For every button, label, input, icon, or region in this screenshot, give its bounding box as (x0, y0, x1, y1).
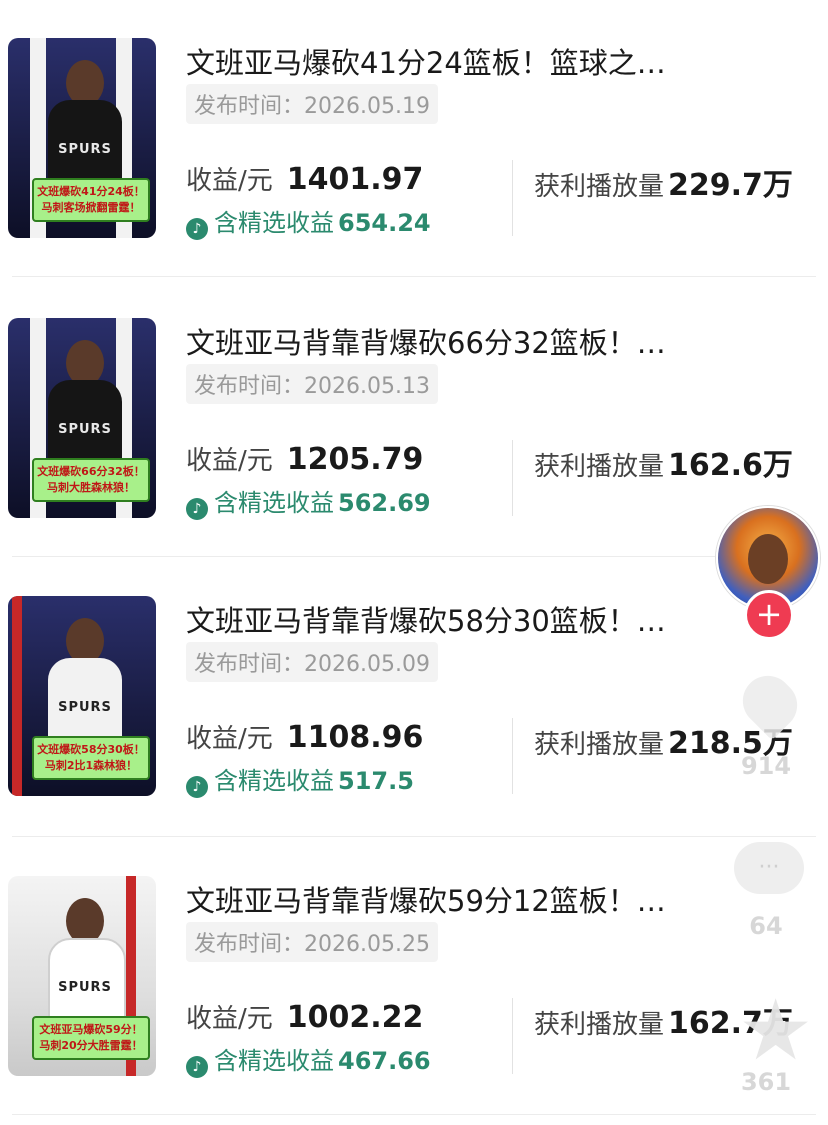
douyin-icon: ♪ (186, 218, 208, 240)
thumbnail-jersey-text: SPURS (58, 700, 112, 715)
video-card[interactable]: SPURS 文班爆砍41分24板！马刺客场掀翻雷霆！ 文班亚马爆砍41分24篮板… (0, 0, 828, 270)
selected-revenue-label: 含精选收益 (214, 209, 334, 237)
card-divider (12, 556, 816, 557)
douyin-icon: ♪ (186, 1056, 208, 1078)
douyin-icon: ♪ (186, 776, 208, 798)
plays-value: 229.7万 (668, 168, 793, 203)
card-divider (12, 276, 816, 277)
revenue: 收益/元 1401.97 (186, 160, 423, 197)
publish-date: 发布时间：2026.05.25 (186, 922, 438, 962)
douyin-icon: ♪ (186, 498, 208, 520)
card-divider (12, 836, 816, 837)
selected-revenue: ♪ 含精选收益 562.69 (186, 483, 431, 520)
favorite-count: 361 (740, 1068, 792, 1096)
selected-revenue-label: 含精选收益 (214, 767, 334, 795)
publish-date: 发布时间：2026.05.13 (186, 364, 438, 404)
revenue-value: 1002.22 (286, 1000, 424, 1035)
revenue: 收益/元 1108.96 (186, 718, 423, 755)
revenue-label: 收益/元 (186, 724, 273, 754)
thumbnail-caption: 文班爆砍58分30板！马刺2比1森林狼！ (32, 736, 150, 780)
thumbnail-jersey-text: SPURS (58, 142, 112, 157)
monetized-plays: 获利播放量 229.7万 (534, 160, 793, 204)
video-thumbnail[interactable]: SPURS 文班爆砍66分32板！马刺大胜森林狼！ (8, 318, 156, 518)
plays-value: 162.6万 (668, 448, 793, 483)
plays-label: 获利播放量 (534, 730, 665, 760)
comment-icon[interactable]: ··· (734, 842, 804, 894)
revenue-value: 1108.96 (286, 720, 424, 755)
video-card[interactable]: SPURS 文班爆砍58分30板！马刺2比1森林狼！ 文班亚马背靠背爆砍58分3… (0, 558, 828, 828)
selected-revenue-value: 517.5 (338, 767, 414, 795)
video-card[interactable]: SPURS 文班爆砍66分32板！马刺大胜森林狼！ 文班亚马背靠背爆砍66分32… (0, 280, 828, 550)
selected-revenue: ♪ 含精选收益 517.5 (186, 761, 414, 798)
video-thumbnail[interactable]: SPURS 文班爆砍58分30板！马刺2比1森林狼！ (8, 596, 156, 796)
video-title[interactable]: 文班亚马背靠背爆砍59分12篮板！… (186, 878, 746, 920)
video-title[interactable]: 文班亚马背靠背爆砍66分32篮板！… (186, 320, 746, 362)
thumbnail-caption: 文班爆砍41分24板！马刺客场掀翻雷霆！ (32, 178, 150, 222)
star-icon[interactable]: ★ (738, 988, 813, 1072)
divider (512, 718, 513, 794)
revenue-label: 收益/元 (186, 166, 273, 196)
card-divider (12, 1114, 816, 1115)
selected-revenue-value: 467.66 (338, 1047, 431, 1075)
divider (512, 998, 513, 1074)
revenue-value: 1205.79 (286, 442, 424, 477)
selected-revenue-value: 562.69 (338, 489, 431, 517)
selected-revenue: ♪ 含精选收益 467.66 (186, 1041, 431, 1078)
thumbnail-jersey-text: SPURS (58, 980, 112, 995)
divider (512, 440, 513, 516)
revenue: 收益/元 1002.22 (186, 998, 423, 1035)
plays-label: 获利播放量 (534, 172, 665, 202)
selected-revenue: ♪ 含精选收益 654.24 (186, 203, 431, 240)
plays-label: 获利播放量 (534, 452, 665, 482)
video-thumbnail[interactable]: SPURS 文班爆砍41分24板！马刺客场掀翻雷霆！ (8, 38, 156, 238)
revenue: 收益/元 1205.79 (186, 440, 423, 477)
comment-count: 64 (749, 912, 783, 940)
publish-date: 发布时间：2026.05.19 (186, 84, 438, 124)
video-thumbnail[interactable]: SPURS 文班亚马爆砍59分！马刺20分大胜雷霆！ (8, 876, 156, 1076)
publish-date: 发布时间：2026.05.09 (186, 642, 438, 682)
thumbnail-caption: 文班爆砍66分32板！马刺大胜森林狼！ (32, 458, 150, 502)
revenue-label: 收益/元 (186, 1004, 273, 1034)
plays-label: 获利播放量 (534, 1010, 665, 1040)
selected-revenue-label: 含精选收益 (214, 489, 334, 517)
plus-icon[interactable]: + (744, 590, 794, 640)
like-count: 914 (740, 752, 792, 780)
revenue-value: 1401.97 (286, 162, 424, 197)
video-title[interactable]: 文班亚马爆砍41分24篮板！篮球之… (186, 40, 746, 82)
selected-revenue-value: 654.24 (338, 209, 431, 237)
thumbnail-jersey-text: SPURS (58, 422, 112, 437)
divider (512, 160, 513, 236)
video-title[interactable]: 文班亚马背靠背爆砍58分30篮板！… (186, 598, 746, 640)
revenue-label: 收益/元 (186, 446, 273, 476)
video-card[interactable]: SPURS 文班亚马爆砍59分！马刺20分大胜雷霆！ 文班亚马背靠背爆砍59分1… (0, 838, 828, 1108)
monetized-plays: 获利播放量 162.6万 (534, 440, 793, 484)
selected-revenue-label: 含精选收益 (214, 1047, 334, 1075)
thumbnail-caption: 文班亚马爆砍59分！马刺20分大胜雷霆！ (32, 1016, 150, 1060)
